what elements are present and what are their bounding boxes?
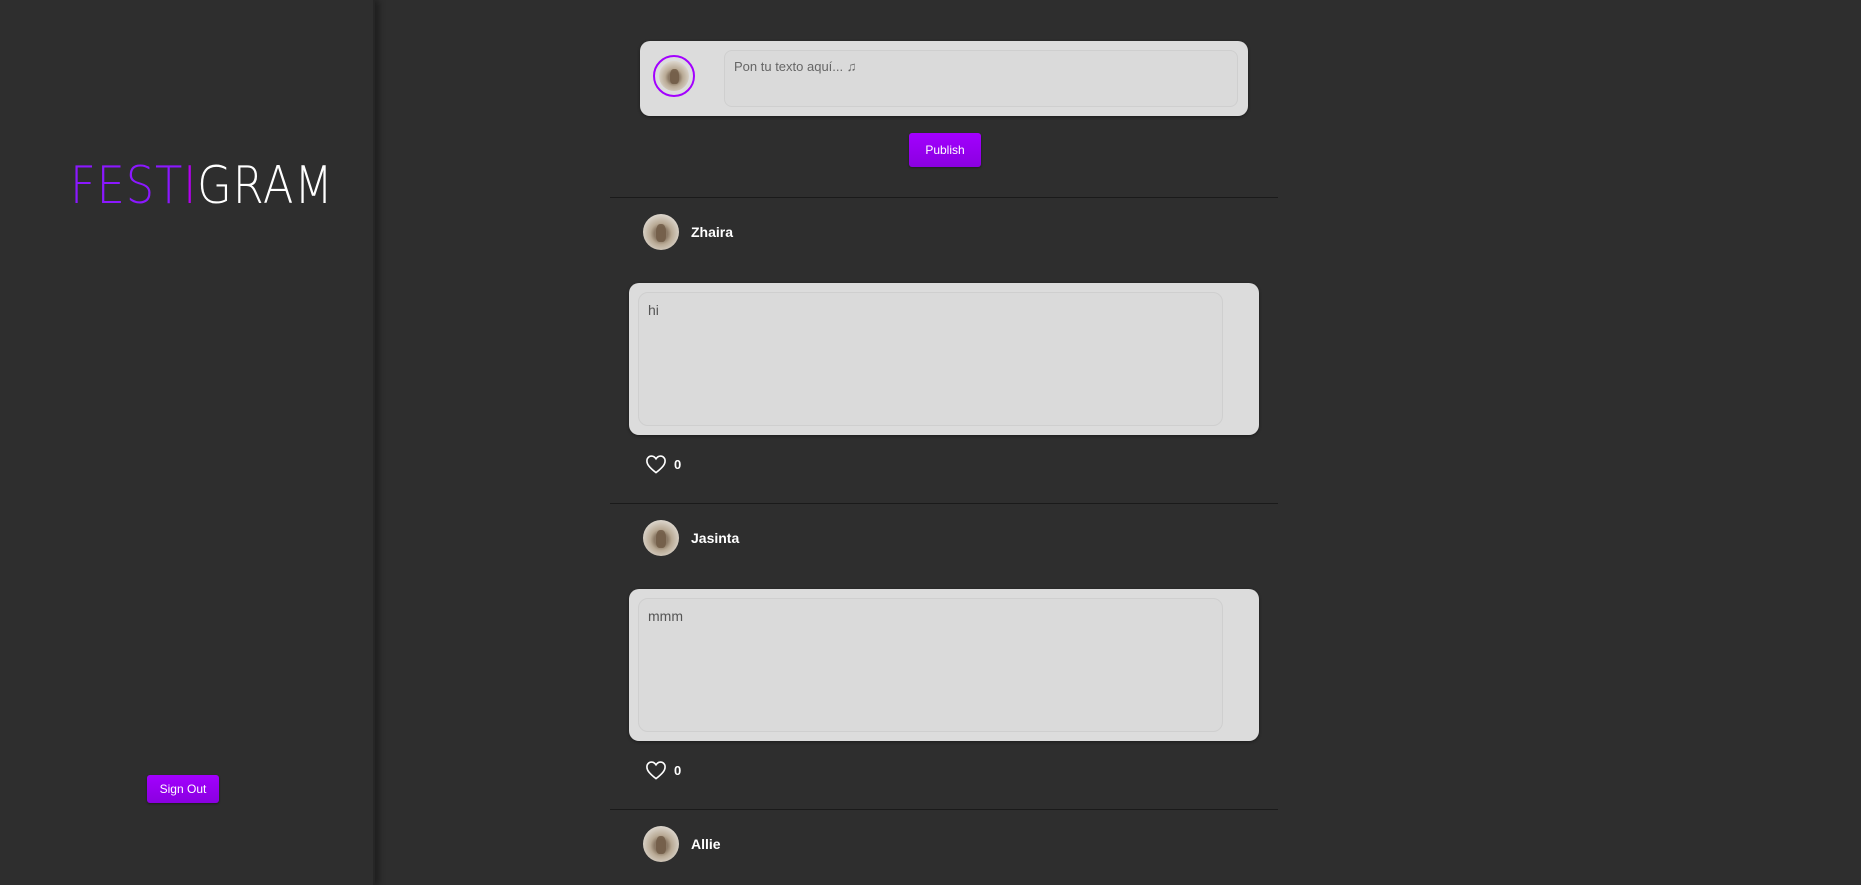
post-text: mmm [638,598,1223,732]
avatar [659,61,689,91]
sidebar: FESTIGRAM Sign Out [0,0,375,885]
current-user-avatar[interactable] [653,55,695,97]
post-header: Jasinta [643,520,739,556]
like-count: 0 [674,456,682,472]
author-name[interactable]: Zhaira [691,224,733,240]
post-card: hi [629,283,1259,435]
post-card: mmm [629,589,1259,741]
heart-outline-icon[interactable] [645,760,667,780]
heart-outline-icon[interactable] [645,454,667,474]
like-count: 0 [674,762,682,778]
author-avatar[interactable] [643,214,679,250]
festigram-logo[interactable]: FESTIGRAM [70,160,334,212]
divider [610,197,1278,198]
sign-out-button[interactable]: Sign Out [147,775,219,803]
like-control: 0 [645,760,681,780]
post-text-input[interactable]: Pon tu texto aquí... ♫ [724,50,1238,107]
author-name[interactable]: Allie [691,836,721,852]
post-header: Zhaira [643,214,733,250]
author-avatar[interactable] [643,520,679,556]
divider [610,809,1278,810]
post-text: hi [638,292,1223,426]
publish-button[interactable]: Publish [909,133,981,167]
author-name[interactable]: Jasinta [691,530,739,546]
post-header: Allie [643,826,721,862]
divider [610,503,1278,504]
post-composer: Pon tu texto aquí... ♫ [640,41,1248,116]
like-control: 0 [645,454,681,474]
author-avatar[interactable] [643,826,679,862]
